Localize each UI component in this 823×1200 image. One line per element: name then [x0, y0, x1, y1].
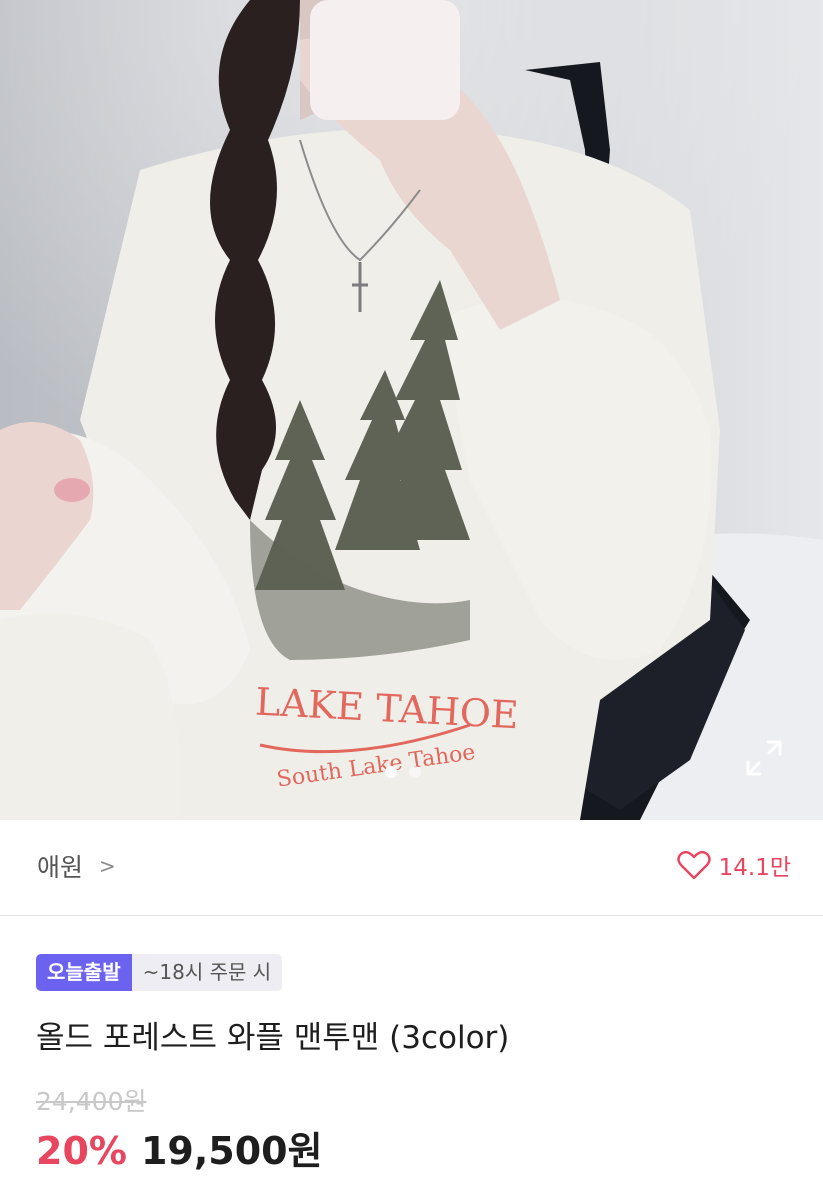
- store-name: 애원: [37, 853, 84, 882]
- product-photo: LAKE TAHOE South Lake Tahoe: [0, 0, 823, 820]
- product-image-gallery[interactable]: LAKE TAHOE South Lake Tahoe: [0, 0, 823, 820]
- store-row: 애원 > 14.1만: [0, 820, 823, 916]
- order-cutoff-badge: ~18시 주문 시: [131, 954, 283, 991]
- discount-rate: 20%: [36, 1129, 127, 1173]
- expand-icon[interactable]: [744, 738, 784, 778]
- heart-outline-icon: [676, 850, 711, 880]
- chevron-right-icon: >: [99, 854, 116, 878]
- store-link[interactable]: 애원 >: [37, 848, 116, 884]
- gallery-dot-1[interactable]: [385, 766, 397, 778]
- gallery-dot-2[interactable]: [409, 766, 421, 778]
- price-row: 20% 19,500원: [36, 1120, 323, 1175]
- same-day-badge: 오늘출발: [36, 954, 132, 991]
- like-count: 14.1만: [718, 855, 791, 881]
- gallery-pagination: [385, 766, 421, 778]
- shipping-badges: 오늘출발 ~18시 주문 시: [36, 954, 283, 991]
- sale-price: 19,500원: [140, 1129, 323, 1173]
- like-button[interactable]: 14.1만: [676, 848, 791, 882]
- original-price: 24,400원: [36, 1087, 147, 1116]
- product-title: 올드 포레스트 와플 맨투맨 (3color): [36, 1020, 510, 1056]
